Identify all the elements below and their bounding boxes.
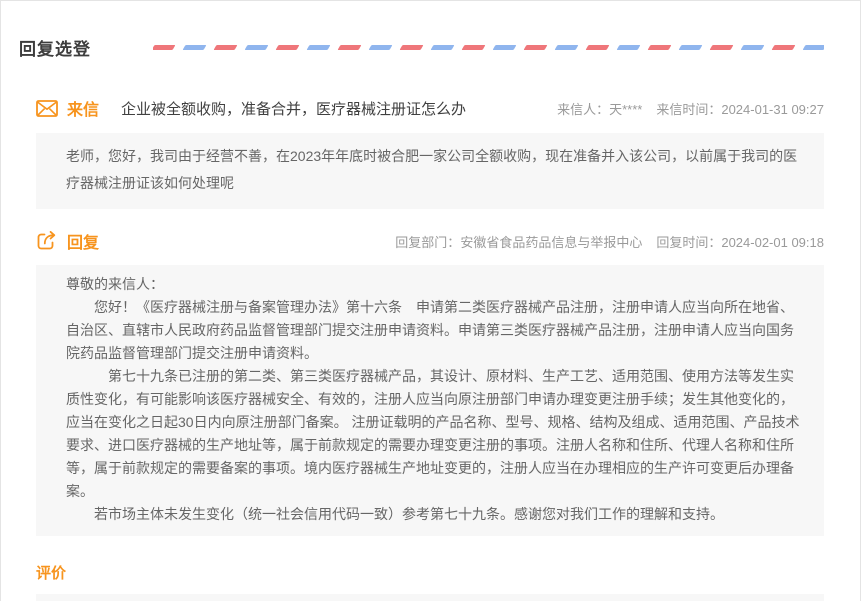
reply-time-value: 2024-02-01 09:18 xyxy=(721,235,824,250)
dash-segment xyxy=(524,45,548,50)
sender-label: 来信人： xyxy=(557,102,609,117)
dash-segment xyxy=(245,45,269,50)
sender-value: 天**** xyxy=(609,102,642,117)
reply-paragraph: 若市场主体未发生变化（统一社会信用代码一致）参考第七十九条。感谢您对我们工作的理… xyxy=(66,503,804,526)
page-header: 回复选登 xyxy=(1,1,860,60)
dash-segment xyxy=(617,45,641,50)
reply-section-label: 回复 xyxy=(67,229,99,253)
letter-time-label: 来信时间： xyxy=(656,102,721,117)
dash-segment xyxy=(183,45,207,50)
share-arrow-icon xyxy=(36,231,58,251)
dash-segment xyxy=(307,45,331,50)
dash-segment xyxy=(338,45,362,50)
dash-segment xyxy=(586,45,610,50)
reply-body-box: 尊敬的来信人： 您好！《医疗器械注册与备案管理办法》第十六条 申请第二类医疗器械… xyxy=(36,265,824,536)
dash-segment xyxy=(803,45,824,50)
dash-segment xyxy=(772,45,796,50)
letter-section-head: 来信 企业被全额收购，准备合并，医疗器械注册证怎么办 来信人：天**** 来信时间… xyxy=(36,96,824,120)
reply-meta: 回复部门：安徽省食品药品信息与举报中心回复时间：2024-02-01 09:18 xyxy=(395,232,824,251)
dash-segment xyxy=(462,45,486,50)
dash-segment xyxy=(555,45,579,50)
decorative-dashed-line xyxy=(153,44,824,52)
reply-paragraph: 尊敬的来信人： xyxy=(66,273,804,296)
dash-segment xyxy=(710,45,734,50)
reply-dept-value: 安徽省食品药品信息与举报中心 xyxy=(460,235,642,250)
evaluation-section: 评价 满意 xyxy=(36,562,824,601)
dash-segment xyxy=(679,45,703,50)
letter-body-box: 老师，您好，我司由于经营不善，在2023年年底时被合肥一家公司全额收购，现在准备… xyxy=(36,133,824,209)
reply-paragraph: 第七十九条已注册的第二类、第三类医疗器械产品，其设计、原材料、生产工艺、适用范围… xyxy=(66,365,804,503)
dash-segment xyxy=(431,45,455,50)
dash-segment xyxy=(493,45,517,50)
letter-section-label: 来信 xyxy=(67,96,99,120)
letter-meta: 来信人：天**** 来信时间：2024-01-31 09:27 xyxy=(557,99,824,118)
reply-paragraph: 您好！《医疗器械注册与备案管理办法》第十六条 申请第二类医疗器械产品注册，注册申… xyxy=(66,296,804,365)
dash-segment xyxy=(214,45,238,50)
dash-segment xyxy=(400,45,424,50)
evaluation-value-box: 满意 xyxy=(36,594,824,601)
reply-time-label: 回复时间： xyxy=(656,235,721,250)
letter-body-text: 老师，您好，我司由于经营不善，在2023年年底时被合肥一家公司全额收购，现在准备… xyxy=(66,143,804,197)
dash-segment xyxy=(648,45,672,50)
dash-segment xyxy=(153,45,175,50)
dash-segment xyxy=(369,45,393,50)
letter-title: 企业被全额收购，准备合并，医疗器械注册证怎么办 xyxy=(121,98,466,119)
evaluation-label: 评价 xyxy=(36,562,824,583)
reply-section-head: 回复 回复部门：安徽省食品药品信息与举报中心回复时间：2024-02-01 09… xyxy=(36,229,824,253)
dash-segment xyxy=(276,45,300,50)
dash-segment xyxy=(741,45,765,50)
page-title: 回复选登 xyxy=(19,35,91,60)
letter-section: 来信 企业被全额收购，准备合并，医疗器械注册证怎么办 来信人：天**** 来信时间… xyxy=(36,96,824,209)
envelope-icon xyxy=(36,100,58,117)
reply-selection-panel: 回复选登 来信 企业被全额收购，准备合并，医疗器械注册证怎么办 来信人：天***… xyxy=(0,0,861,601)
reply-dept-label: 回复部门： xyxy=(395,235,460,250)
letter-time-value: 2024-01-31 09:27 xyxy=(721,102,824,117)
reply-section: 回复 回复部门：安徽省食品药品信息与举报中心回复时间：2024-02-01 09… xyxy=(36,229,824,536)
